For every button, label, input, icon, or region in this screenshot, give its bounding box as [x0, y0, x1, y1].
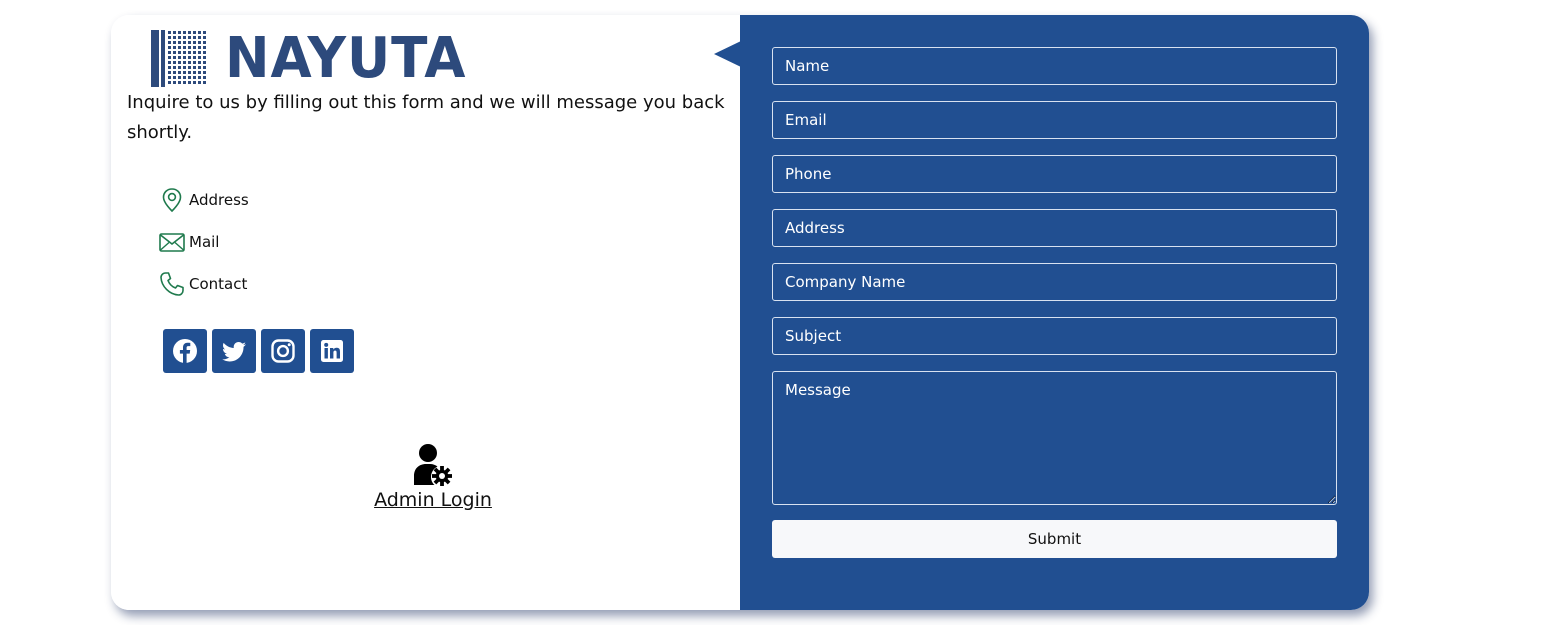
inquiry-form-panel: Submit: [740, 15, 1369, 610]
admin-login-link[interactable]: Admin Login: [326, 489, 540, 511]
admin-user-gear-icon: [414, 444, 452, 486]
contact-label-phone: Contact: [189, 275, 248, 293]
mail-icon: [158, 228, 186, 256]
facebook-icon: [173, 339, 197, 363]
contact-label-mail: Mail: [189, 233, 220, 251]
twitter-icon: [222, 342, 246, 362]
facebook-button[interactable]: [163, 329, 207, 373]
instagram-icon: [271, 339, 295, 363]
subject-input[interactable]: [772, 317, 1337, 355]
logo-wordmark: NAYUTA: [225, 26, 467, 91]
admin-login[interactable]: Admin Login: [326, 443, 540, 511]
submit-button[interactable]: Submit: [772, 520, 1337, 558]
logo-mark-icon: [151, 30, 206, 87]
address-input[interactable]: [772, 209, 1337, 247]
inquiry-form: Submit: [772, 47, 1337, 558]
contact-label-address: Address: [189, 191, 249, 209]
twitter-button[interactable]: [212, 329, 256, 373]
intro-text: Inquire to us by filling out this form a…: [127, 92, 725, 143]
name-input[interactable]: [772, 47, 1337, 85]
contact-info-list: Address Mail Contact: [158, 186, 249, 312]
instagram-button[interactable]: [261, 329, 305, 373]
map-pin-icon: [158, 186, 186, 214]
panel-pointer: [714, 41, 741, 67]
contact-card: NAYUTA Inquire to us by filling out this…: [111, 15, 1369, 610]
contact-item-phone[interactable]: Contact: [158, 270, 249, 298]
brand-logo: NAYUTA: [151, 30, 479, 87]
contact-item-address[interactable]: Address: [158, 186, 249, 214]
linkedin-icon: [321, 340, 343, 362]
message-textarea[interactable]: [772, 371, 1337, 505]
contact-info-panel: NAYUTA Inquire to us by filling out this…: [111, 15, 740, 610]
phone-input[interactable]: [772, 155, 1337, 193]
contact-item-mail[interactable]: Mail: [158, 228, 249, 256]
linkedin-button[interactable]: [310, 329, 354, 373]
phone-icon: [158, 270, 186, 298]
social-links: [163, 329, 359, 373]
company-name-input[interactable]: [772, 263, 1337, 301]
email-input[interactable]: [772, 101, 1337, 139]
